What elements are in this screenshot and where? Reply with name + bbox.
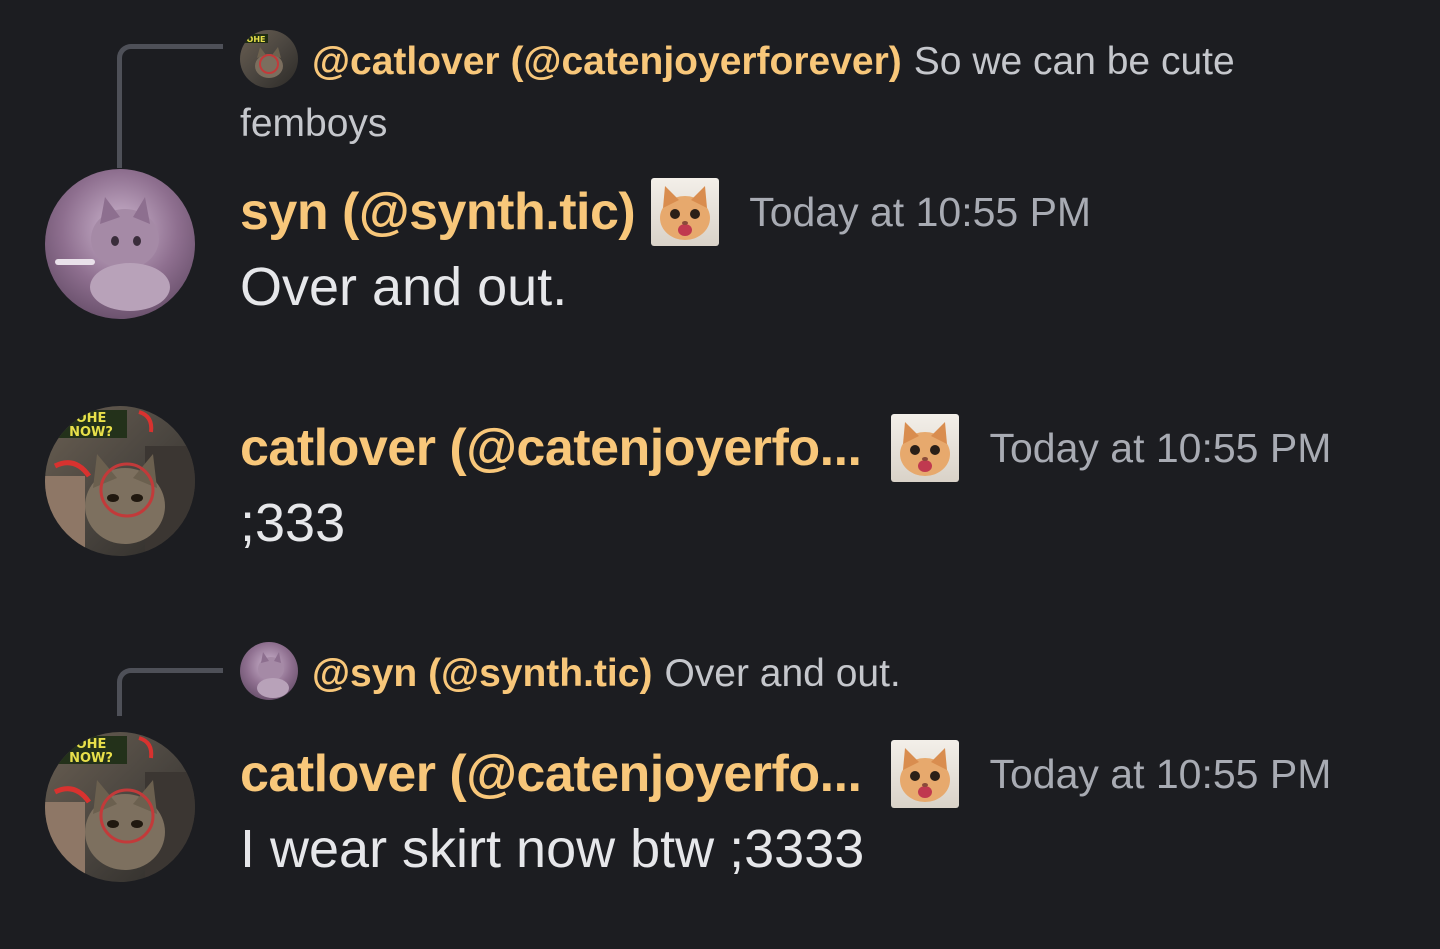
message-header: catlover (@catenjoyerfo... Today at 10:5…	[240, 408, 1331, 488]
timestamp[interactable]: Today at 10:55 PM	[749, 189, 1091, 236]
svg-text:OHE: OHE	[76, 411, 107, 426]
cat-face-icon[interactable]	[891, 740, 960, 808]
timestamp[interactable]: Today at 10:55 PM	[989, 751, 1331, 798]
message: syn (@synth.tic) Today at 10:55 PM Over …	[0, 168, 1440, 328]
tabby-cat-avatar-icon[interactable]: OHE	[240, 30, 298, 88]
message-text: I wear skirt now btw ;3333	[240, 819, 865, 879]
reply-reference[interactable]: @syn (@synth.tic) Over and out.	[0, 640, 1440, 720]
author-name[interactable]: catlover (@catenjoyerfo...	[240, 744, 862, 804]
reply-reference[interactable]: OHE @catlover (@catenjoyerforever) So we …	[0, 14, 1440, 168]
reply-content[interactable]: OHE @catlover (@catenjoyerforever) So we …	[240, 30, 1330, 155]
message-text: ;333	[240, 493, 346, 553]
kitten-avatar-icon[interactable]	[240, 642, 298, 700]
cat-face-icon[interactable]	[891, 414, 960, 482]
tabby-cat-avatar-icon[interactable]: OHE NOW?	[45, 732, 195, 882]
reply-text[interactable]: Over and out.	[664, 652, 900, 695]
reply-author[interactable]: @syn (@synth.tic)	[312, 652, 652, 695]
svg-text:OHE: OHE	[76, 737, 107, 752]
author-name[interactable]: catlover (@catenjoyerfo...	[240, 418, 862, 478]
kitten-avatar-icon[interactable]	[45, 169, 195, 319]
svg-text:NOW?: NOW?	[69, 425, 113, 440]
timestamp[interactable]: Today at 10:55 PM	[989, 425, 1331, 472]
svg-text:NOW?: NOW?	[69, 751, 113, 766]
message-text: Over and out.	[240, 257, 568, 317]
message: OHE NOW? catlover (@catenjoyerfo... Toda…	[0, 730, 1440, 890]
message-header: catlover (@catenjoyerfo... Today at 10:5…	[240, 734, 1331, 814]
message: OHE NOW? catlover (@catenjoyerfo... Toda…	[0, 404, 1440, 564]
cat-face-icon[interactable]	[651, 178, 720, 246]
reply-author[interactable]: @catlover (@catenjoyerforever)	[312, 40, 902, 83]
reply-content[interactable]: @syn (@synth.tic) Over and out.	[240, 642, 1330, 705]
svg-text:OHE: OHE	[247, 35, 266, 44]
author-name[interactable]: syn (@synth.tic)	[240, 182, 636, 242]
reply-spine	[117, 668, 223, 716]
message-header: syn (@synth.tic) Today at 10:55 PM	[240, 172, 1091, 252]
chat-log: OHE @catlover (@catenjoyerforever) So we …	[0, 0, 1440, 949]
tabby-cat-avatar-icon[interactable]: OHE NOW?	[45, 406, 195, 556]
reply-spine	[117, 44, 223, 168]
